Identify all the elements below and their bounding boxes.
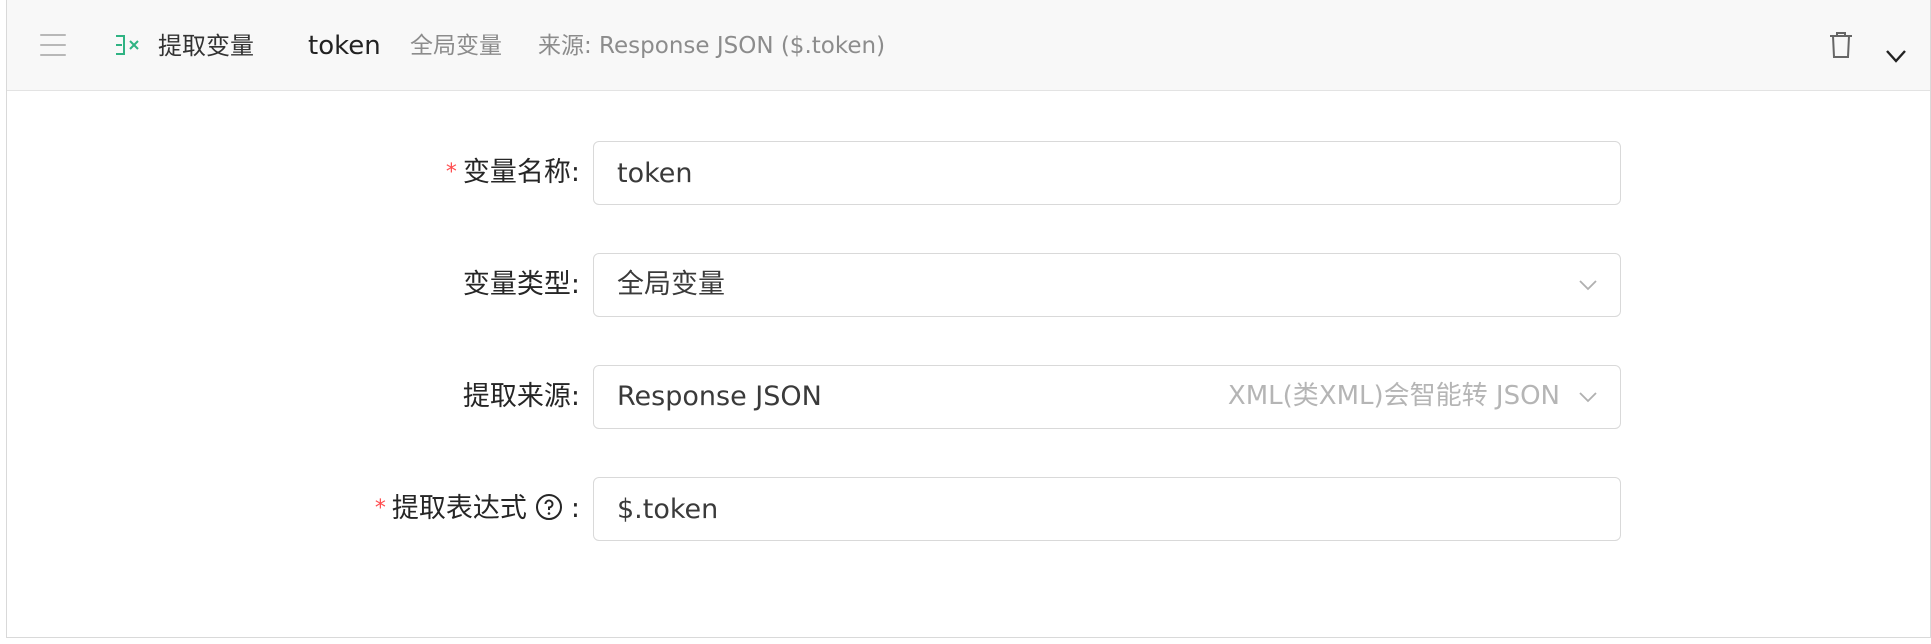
variable-name-label: * 变量名称: — [445, 157, 580, 188]
form-row-variable-name: * 变量名称: — [7, 141, 1930, 205]
required-mark: * — [445, 160, 457, 185]
variable-type-label: 变量类型: — [462, 269, 580, 300]
header-source-summary: 来源: Response JSON ($.token) — [538, 33, 886, 59]
form-row-extract-expression: * 提取表达式 : — [7, 477, 1930, 541]
drag-handle-icon[interactable] — [40, 33, 66, 57]
extract-expression-label: * 提取表达式 : — [374, 493, 580, 524]
form-row-extract-source: 提取来源: Response JSON XML(类XML)会智能转 JSON — [7, 365, 1930, 429]
variable-name-input[interactable] — [593, 141, 1621, 205]
header-variable-name: token — [308, 31, 381, 61]
extract-variable-icon — [116, 35, 139, 55]
chevron-down-icon[interactable] — [1885, 48, 1907, 64]
extract-variable-panel: 提取变量 token 全局变量 来源: Response JSON ($.tok… — [6, 0, 1931, 638]
question-circle-icon[interactable] — [535, 493, 563, 521]
extract-source-hint: XML(类XML)会智能转 JSON — [1227, 381, 1560, 411]
header-variable-type: 全局变量 — [410, 33, 502, 59]
extract-expression-input[interactable] — [593, 477, 1621, 541]
variable-type-selected: 全局变量 — [617, 269, 725, 300]
extract-source-selected: Response JSON — [617, 381, 822, 412]
step-title: 提取变量 — [158, 32, 254, 60]
panel-header[interactable]: 提取变量 token 全局变量 来源: Response JSON ($.tok… — [7, 0, 1930, 91]
chevron-down-icon — [1579, 280, 1597, 291]
extract-source-select[interactable]: Response JSON XML(类XML)会智能转 JSON — [593, 365, 1621, 429]
form-row-variable-type: 变量类型: 全局变量 — [7, 253, 1930, 317]
variable-type-select[interactable]: 全局变量 — [593, 253, 1621, 317]
extract-source-label: 提取来源: — [462, 381, 580, 412]
required-mark: * — [374, 496, 386, 521]
chevron-down-icon — [1579, 392, 1597, 403]
trash-icon[interactable] — [1827, 30, 1855, 60]
